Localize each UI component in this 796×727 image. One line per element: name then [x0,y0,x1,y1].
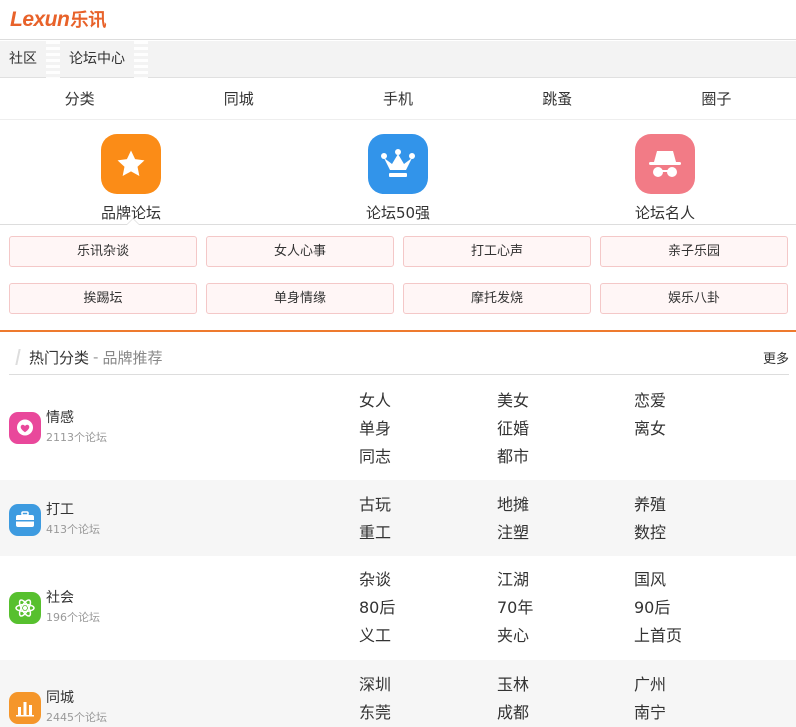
category-count: 2445个论坛 [46,711,107,724]
category-header[interactable]: 情感 2113个论坛 [9,409,107,446]
nav-item-phone[interactable]: 手机 [318,79,477,119]
featured-label: 论坛50强 [365,204,431,222]
breadcrumb-separator [46,40,60,78]
category-row-emotion: 情感 2113个论坛 女人 美女 恋爱 单身 征婚 离女 同志 都市 [0,387,796,480]
category-count: 2113个论坛 [46,431,107,444]
nav-item-local[interactable]: 同城 [159,79,318,119]
forum-link[interactable]: 成都 [497,699,634,727]
forum-link[interactable]: 国风 [634,566,734,594]
top-header: Lexun 乐讯 [0,0,796,40]
category-nav: 分类 同城 手机 跳蚤 圈子 [0,79,796,120]
breadcrumb-community[interactable]: 社区 [0,41,46,78]
category-header[interactable]: 社会 196个论坛 [9,589,100,626]
logo-latin-text: Lexun [10,8,70,31]
section-title: 热门分类 [29,348,90,367]
forum-link[interactable]: 杂谈 [359,566,497,594]
featured-top50[interactable]: 论坛50强 [328,134,468,223]
forum-link[interactable]: 单身 [359,415,497,443]
breadcrumb-forum-center[interactable]: 论坛中心 [60,41,134,78]
forum-link[interactable]: 南宁 [634,699,734,727]
bar-chart-icon [9,691,41,724]
forum-link[interactable]: 重工 [359,519,497,547]
forum-link[interactable]: 都市 [497,443,634,471]
forum-link[interactable]: 女人 [359,387,497,415]
category-links: 古玩 地摊 养殖 重工 注塑 数控 [359,491,734,547]
forum-link[interactable]: 地摊 [497,491,634,519]
tag-link[interactable]: 娱乐八卦 [600,283,788,314]
section-separator: - [93,348,99,366]
tag-link[interactable]: 乐讯杂谈 [9,236,197,267]
forum-link[interactable]: 数控 [634,519,734,547]
more-link[interactable]: 更多 [763,348,789,367]
forum-link[interactable]: 夹心 [497,622,634,650]
category-name: 同城 [46,690,74,706]
forum-link[interactable]: 注塑 [497,519,634,547]
featured-section: 品牌论坛 论坛50强 论坛名人 [0,120,796,225]
forum-link[interactable]: 上首页 [634,622,734,650]
forum-link[interactable]: 恋爱 [634,387,734,415]
featured-celebrities[interactable]: 论坛名人 [595,134,735,223]
section-header: 热门分类 - 品牌推荐 更多 [9,340,789,375]
forum-link[interactable]: 70年 [497,594,634,622]
category-count: 196个论坛 [46,611,100,624]
category-links: 深圳 玉林 广州 东莞 成都 南宁 [359,671,734,727]
forum-link[interactable]: 90后 [634,594,734,622]
forum-link[interactable]: 80后 [359,594,497,622]
forum-link[interactable]: 深圳 [359,671,497,699]
forum-link[interactable]: 广州 [634,671,734,699]
category-row-work: 打工 413个论坛 古玩 地摊 养殖 重工 注塑 数控 [0,480,796,556]
tag-link[interactable]: 挨踢坛 [9,283,197,314]
atom-icon [9,591,41,624]
category-name: 打工 [46,502,74,518]
forum-link[interactable]: 玉林 [497,671,634,699]
incognito-icon [635,134,695,194]
nav-item-category[interactable]: 分类 [0,79,159,119]
section-mark [15,349,21,365]
forum-link[interactable]: 江湖 [497,566,634,594]
forum-link[interactable]: 东莞 [359,699,497,727]
tag-link[interactable]: 摩托发烧 [403,283,591,314]
forum-link[interactable]: 美女 [497,387,634,415]
section-subtitle[interactable]: 品牌推荐 [102,347,162,368]
category-row-local: 同城 2445个论坛 深圳 玉林 广州 东莞 成都 南宁 [0,660,796,727]
category-header[interactable]: 打工 413个论坛 [9,501,100,538]
forum-link[interactable]: 养殖 [634,491,734,519]
briefcase-icon [9,503,41,536]
logo-chinese-text: 乐讯 [70,10,107,31]
featured-label: 论坛名人 [634,204,695,222]
tag-link[interactable]: 亲子乐园 [600,236,788,267]
featured-brand-forum[interactable]: 品牌论坛 [61,134,201,223]
star-icon [101,134,161,194]
tag-link[interactable]: 单身情缘 [206,283,394,314]
nav-item-flea-market[interactable]: 跳蚤 [478,79,637,119]
section-divider [0,330,796,332]
category-name: 情感 [46,410,74,426]
forum-tags: 乐讯杂谈 女人心事 打工心声 亲子乐园 挨踢坛 单身情缘 摩托发烧 娱乐八卦 [9,236,789,314]
forum-link[interactable]: 征婚 [497,415,634,443]
tag-link[interactable]: 女人心事 [206,236,394,267]
active-caret [126,218,140,225]
tag-link[interactable]: 打工心声 [403,236,591,267]
crown-icon [368,134,428,194]
forum-link[interactable]: 离女 [634,415,734,443]
category-count: 413个论坛 [46,523,100,536]
nav-item-circles[interactable]: 圈子 [637,79,796,119]
forum-link[interactable]: 同志 [359,443,497,471]
category-row-society: 社会 196个论坛 杂谈 江湖 国风 80后 70年 90后 义工 夹心 上首页 [0,556,796,660]
forum-link[interactable]: 义工 [359,622,497,650]
breadcrumb: 社区 论坛中心 [0,40,796,78]
breadcrumb-separator [134,40,148,78]
category-header[interactable]: 同城 2445个论坛 [9,689,107,726]
category-links: 杂谈 江湖 国风 80后 70年 90后 义工 夹心 上首页 [359,566,734,650]
lexun-logo[interactable]: Lexun 乐讯 [10,6,106,32]
category-name: 社会 [46,590,74,606]
category-links: 女人 美女 恋爱 单身 征婚 离女 同志 都市 [359,387,734,471]
forum-link[interactable]: 古玩 [359,491,497,519]
heart-chat-icon [9,411,41,444]
